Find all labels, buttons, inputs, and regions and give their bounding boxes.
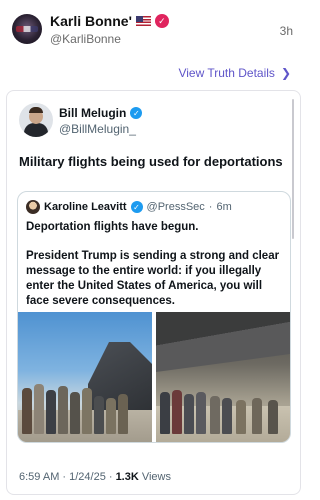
blue-verified-icon: ✓	[130, 201, 143, 213]
author-handle[interactable]: @KarliBonne	[50, 32, 121, 46]
separator-dot: ·	[208, 201, 213, 213]
quoted-author-avatar	[26, 200, 40, 214]
quoted-age: 6m	[216, 201, 232, 213]
views-count: 1.3K	[115, 471, 139, 483]
author-name[interactable]: Karli Bonne'	[50, 13, 132, 29]
post-time: 3h	[279, 24, 293, 38]
author-avatar[interactable]	[12, 14, 42, 44]
tweet-author-handle[interactable]: @BillMelugin_	[59, 122, 136, 136]
red-verified-icon: ✓	[154, 14, 169, 28]
views-label: Views	[141, 471, 171, 483]
author-name-row: Karli Bonne' ✓	[50, 13, 169, 29]
quoted-author-name: Karoline Leavitt	[44, 201, 127, 213]
us-flag-icon	[135, 16, 151, 26]
quoted-author-handle: @PressSec	[146, 201, 205, 213]
quoted-tweet[interactable]: Karoline Leavitt ✓ @PressSec · 6m Deport…	[17, 191, 291, 443]
tweet-author-row: Bill Melugin ✓	[59, 106, 143, 120]
scrollbar[interactable]	[292, 99, 294, 239]
quoted-text-line1: Deportation flights have begun.	[26, 221, 199, 233]
tweet-timestamp: 6:59 AM · 1/24/25 ·	[19, 471, 113, 483]
deportation-photo-1[interactable]	[18, 312, 152, 442]
deportation-photo-2[interactable]	[156, 312, 290, 442]
view-truth-details-label: View Truth Details	[178, 66, 275, 80]
post-header: Karli Bonne' ✓ @KarliBonne 3h	[0, 0, 307, 60]
tweet-author-avatar[interactable]	[19, 103, 53, 137]
view-truth-details-link[interactable]: View Truth Details ❯	[178, 66, 291, 80]
tweet-text: Military flights being used for deportat…	[19, 154, 283, 169]
quoted-author-row: Karoline Leavitt ✓ @PressSec · 6m	[26, 200, 232, 214]
tweet-footer: 6:59 AM · 1/24/25 · 1.3K Views	[19, 471, 171, 483]
tweet-author-name[interactable]: Bill Melugin	[59, 106, 126, 120]
blue-verified-icon: ✓	[130, 107, 143, 119]
embedded-tweet-card[interactable]: Bill Melugin ✓ @BillMelugin_ Military fl…	[6, 90, 301, 495]
chevron-right-icon: ❯	[280, 66, 291, 80]
quoted-text-line2: President Trump is sending a strong and …	[26, 250, 280, 307]
